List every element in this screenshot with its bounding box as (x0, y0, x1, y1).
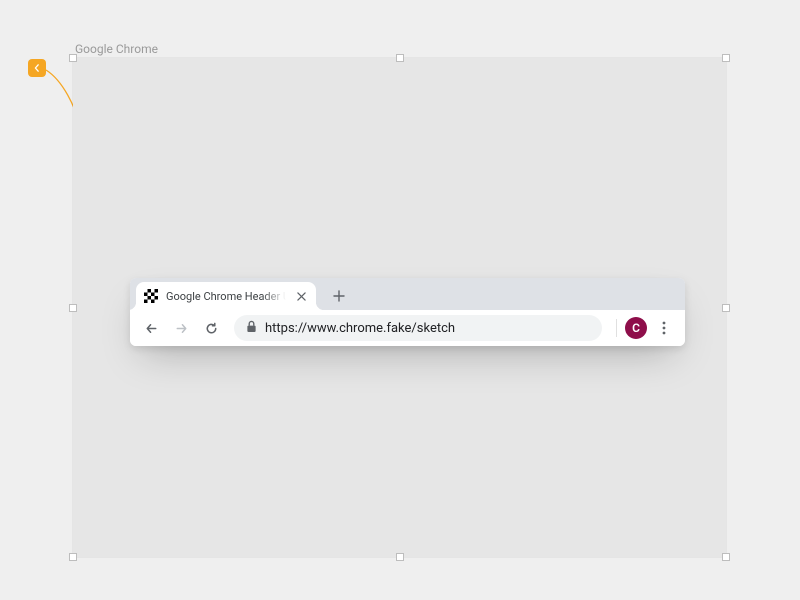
artboard-label: Google Chrome (75, 42, 158, 56)
chevron-left-icon (33, 64, 41, 72)
toolbar: https://www.chrome.fake/sketch C (130, 310, 685, 346)
selection-handle[interactable] (722, 553, 730, 561)
forward-button[interactable] (168, 315, 194, 341)
tab-title: Google Chrome Header UI Freebie (166, 290, 286, 303)
selection-handle[interactable] (396, 553, 404, 561)
browser-tab[interactable]: Google Chrome Header UI Freebie (136, 282, 316, 310)
favicon-checker-icon (144, 289, 158, 303)
selection-handle[interactable] (722, 54, 730, 62)
selection-handle[interactable] (69, 553, 77, 561)
reload-button[interactable] (198, 315, 224, 341)
tab-close-button[interactable] (294, 289, 308, 303)
selection-handle[interactable] (396, 54, 404, 62)
address-bar[interactable]: https://www.chrome.fake/sketch (234, 315, 602, 341)
overflow-menu-button[interactable] (651, 315, 677, 341)
new-tab-button[interactable] (326, 283, 352, 309)
toolbar-divider (616, 319, 617, 337)
profile-avatar[interactable]: C (625, 317, 647, 339)
close-icon (297, 292, 306, 301)
back-button[interactable] (138, 315, 164, 341)
selection-handle[interactable] (69, 54, 77, 62)
lock-icon (246, 320, 257, 337)
arrow-left-icon (144, 321, 159, 336)
selection-handle[interactable] (69, 304, 77, 312)
arrow-right-icon (174, 321, 189, 336)
reload-icon (204, 321, 219, 336)
url-text: https://www.chrome.fake/sketch (265, 321, 590, 336)
kebab-menu-icon (662, 321, 666, 335)
plus-icon (333, 290, 345, 302)
collapse-layer-badge[interactable] (28, 59, 46, 77)
tab-strip: Google Chrome Header UI Freebie (130, 278, 685, 310)
chrome-window: Google Chrome Header UI Freebie (130, 278, 685, 346)
selection-handle[interactable] (722, 304, 730, 312)
